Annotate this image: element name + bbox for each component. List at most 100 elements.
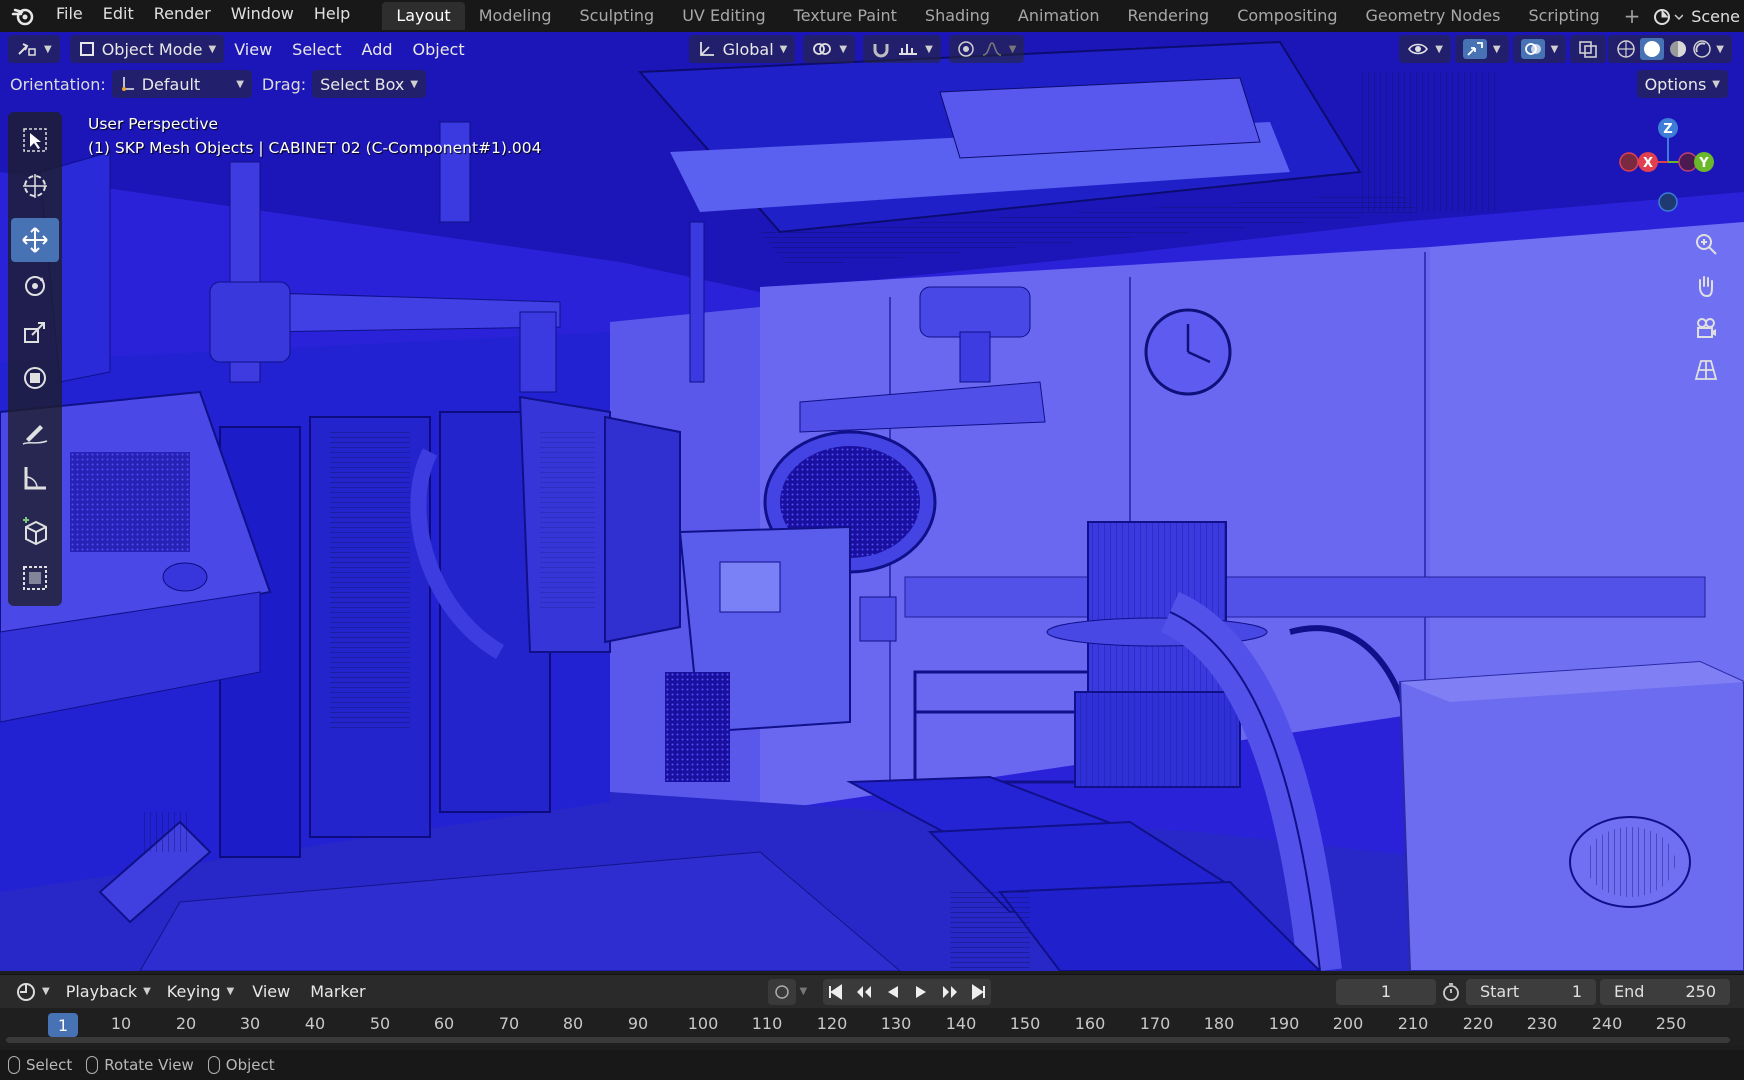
mode-label: Object Mode <box>101 39 203 59</box>
chevron-down-icon: ▼ <box>1008 43 1017 55</box>
tool-select-region[interactable] <box>11 556 59 600</box>
jump-start-icon[interactable] <box>827 983 843 1000</box>
move-arrows-icon <box>22 227 48 253</box>
gizmo-neg-x[interactable] <box>1619 152 1639 172</box>
ruler-tick: 210 <box>1397 1014 1429 1033</box>
proportional-editing[interactable]: ▼ <box>948 35 1025 63</box>
menu-help[interactable]: Help <box>304 0 360 32</box>
options-dropdown[interactable]: Options ▼ <box>1636 70 1728 98</box>
gizmo-z-label: Z <box>1663 122 1672 137</box>
drag-dropdown[interactable]: Select Box ▼ <box>312 70 427 98</box>
gizmo-toggle[interactable]: ▼ <box>1454 35 1509 63</box>
ruler-tick: 130 <box>880 1014 912 1033</box>
start-frame-label: Start <box>1480 982 1520 1001</box>
playback-menu[interactable]: Playback ▼ <box>58 978 159 1006</box>
orientation-dropdown-value: Default <box>141 74 201 94</box>
tool-transform[interactable] <box>11 356 59 400</box>
menu-file[interactable]: File <box>46 0 93 32</box>
add-workspace-button[interactable]: + <box>1614 4 1651 28</box>
scene-label: Scene <box>1691 6 1740 26</box>
playhead-frame[interactable]: 1 <box>48 1013 78 1037</box>
ruler-tick: 190 <box>1268 1014 1300 1033</box>
magnet-icon <box>873 44 889 58</box>
jump-end-icon[interactable] <box>971 983 987 1000</box>
tab-shading[interactable]: Shading <box>911 2 1004 30</box>
navigation-gizmo[interactable]: X Y Z <box>1618 112 1718 232</box>
play-reverse-icon[interactable] <box>885 984 901 1000</box>
pan-button[interactable] <box>1686 270 1726 302</box>
zoom-button[interactable] <box>1686 228 1726 260</box>
material-shading-icon[interactable] <box>1668 39 1688 59</box>
menu-edit[interactable]: Edit <box>93 0 144 32</box>
current-frame-field[interactable]: 1 <box>1336 978 1436 1005</box>
tab-compositing[interactable]: Compositing <box>1223 2 1351 30</box>
timeline-view-menu[interactable]: View <box>242 982 300 1001</box>
tool-rotate[interactable] <box>11 264 59 308</box>
next-keyframe-icon[interactable] <box>941 984 959 1000</box>
timeline-marker-menu[interactable]: Marker <box>300 982 375 1001</box>
chevron-down-icon: ▼ <box>1716 43 1724 55</box>
tool-cursor[interactable] <box>11 164 59 208</box>
prev-keyframe-icon[interactable] <box>855 984 873 1000</box>
status-object-label: Object <box>225 1056 275 1074</box>
menu-view[interactable]: View <box>224 40 282 59</box>
camera-view-button[interactable] <box>1686 312 1726 344</box>
chevron-down-icon: ▼ <box>143 986 151 997</box>
transform-orientation-selector[interactable]: Global ▼ <box>688 35 796 63</box>
menu-add[interactable]: Add <box>352 40 403 59</box>
menu-window[interactable]: Window <box>221 0 304 32</box>
wireframe-shading-icon[interactable] <box>1616 39 1636 59</box>
xray-toggle[interactable] <box>1570 35 1607 63</box>
end-frame-field[interactable]: End 250 <box>1600 978 1730 1005</box>
tool-scale[interactable] <box>11 310 59 354</box>
timeline-scrollbar[interactable] <box>6 1037 1730 1043</box>
tab-texture-paint[interactable]: Texture Paint <box>780 2 911 30</box>
play-icon[interactable] <box>913 984 929 1000</box>
clock-editor-icon <box>17 982 35 1001</box>
status-select-hint: Select <box>8 1056 72 1074</box>
timeline-editor-type[interactable]: ▼ <box>8 978 58 1006</box>
tool-move[interactable] <box>11 218 59 262</box>
camera-icon <box>1697 318 1716 338</box>
ruler-tick: 240 <box>1591 1014 1623 1033</box>
status-select-label: Select <box>26 1056 73 1074</box>
visibility-selector[interactable]: ▼ <box>1399 35 1451 63</box>
orientation-axes-icon <box>699 42 714 56</box>
tab-rendering[interactable]: Rendering <box>1114 2 1224 30</box>
chevron-down-icon: ▼ <box>42 986 50 997</box>
overlays-toggle[interactable]: ▼ <box>1512 35 1567 63</box>
tab-geometry-nodes[interactable]: Geometry Nodes <box>1352 2 1515 30</box>
scene-selector[interactable]: Scene <box>1653 0 1744 32</box>
solid-shading-icon[interactable] <box>1640 38 1665 60</box>
rotate-icon <box>25 276 45 296</box>
tab-animation[interactable]: Animation <box>1004 2 1114 30</box>
tool-annotate[interactable] <box>11 410 59 454</box>
chevron-down-icon: ▼ <box>1492 43 1501 55</box>
perspective-toggle-button[interactable] <box>1686 354 1726 386</box>
tab-uv-editing[interactable]: UV Editing <box>668 2 779 30</box>
pivot-point-selector[interactable]: ▼ <box>803 35 856 63</box>
tool-add-cube[interactable] <box>11 510 59 554</box>
tab-layout[interactable]: Layout <box>382 2 465 30</box>
gizmo-neg-z[interactable] <box>1658 192 1678 212</box>
start-frame-field[interactable]: Start 1 <box>1466 978 1596 1005</box>
tool-select-box[interactable] <box>11 118 59 162</box>
snap-selector[interactable]: ▼ <box>863 35 941 63</box>
mode-selector[interactable]: Object Mode ▼ <box>69 35 225 63</box>
menu-render[interactable]: Render <box>144 0 221 32</box>
tab-scripting[interactable]: Scripting <box>1514 2 1613 30</box>
eye-icon <box>1408 43 1429 55</box>
menu-object[interactable]: Object <box>403 40 475 59</box>
keying-menu[interactable]: Keying ▼ <box>159 978 242 1006</box>
preview-range-toggle[interactable] <box>1436 982 1466 1002</box>
menu-select[interactable]: Select <box>282 40 351 59</box>
rendered-shading-icon[interactable] <box>1692 39 1712 59</box>
auto-keying-toggle[interactable] <box>767 978 796 1005</box>
tab-modeling[interactable]: Modeling <box>465 2 566 30</box>
3d-viewport[interactable] <box>0 32 1744 971</box>
tab-sculpting[interactable]: Sculpting <box>565 2 668 30</box>
orientation-dropdown[interactable]: Default ▼ <box>111 70 252 98</box>
editor-type-selector[interactable]: ▼ <box>8 35 60 63</box>
tool-measure[interactable] <box>11 456 59 500</box>
blender-logo-icon[interactable] <box>0 6 46 26</box>
